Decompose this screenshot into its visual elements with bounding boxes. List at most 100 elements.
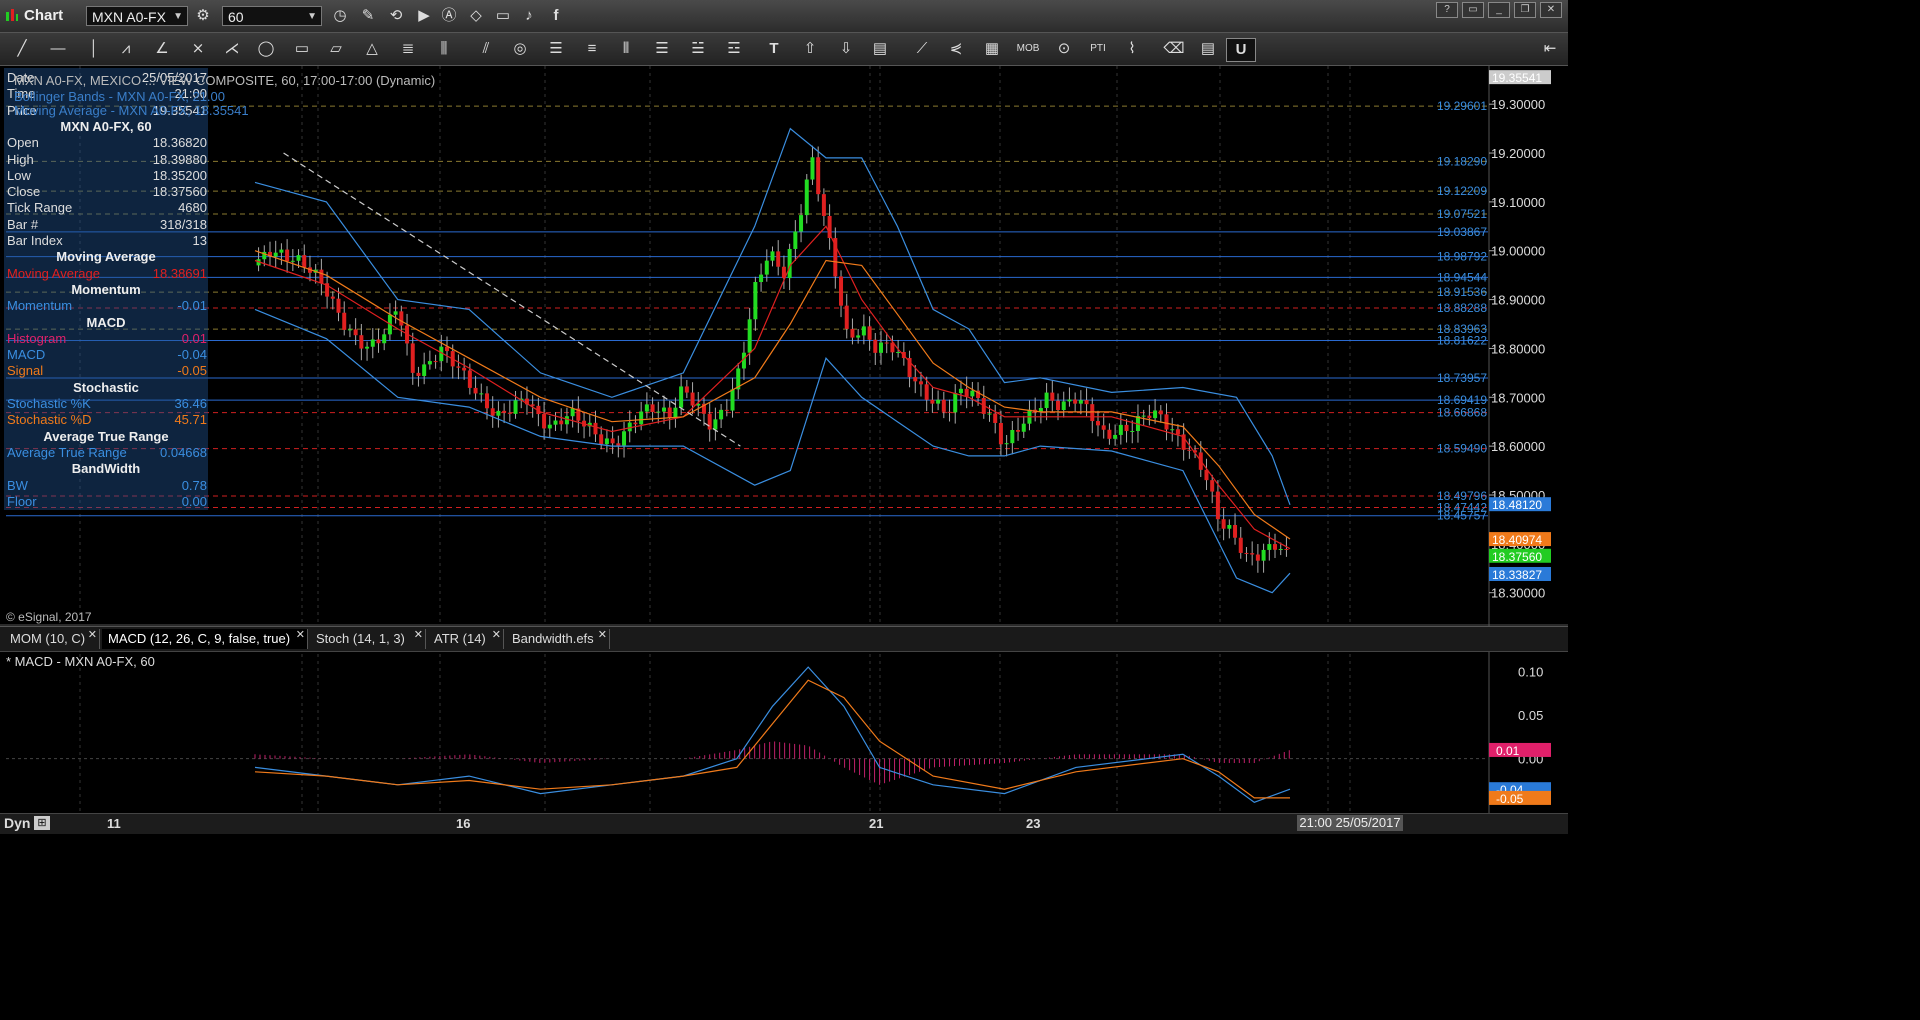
data-window-key: High [7,151,34,167]
arrow-up-icon[interactable]: ⇧ [796,38,824,60]
channel-icon[interactable]: ≣ [394,38,422,60]
close-tab-icon[interactable]: ✕ [296,625,305,645]
toolbar-menu-icon[interactable]: ⇤ [1536,38,1564,60]
candle-body [793,231,798,249]
minimize-icon[interactable]: _ [1488,2,1510,18]
fibonacci-icon[interactable]: ☰ [542,38,570,60]
chevron-down-icon[interactable]: ▼ [307,7,317,27]
vertical-line-icon[interactable]: │ [80,38,108,60]
dynamic-label[interactable]: Dyn [4,815,30,831]
candle-body [427,361,432,365]
link-icon[interactable]: ⟲ [385,5,407,27]
gear-icon[interactable]: ⚙ [192,5,214,27]
data-window-value: 318/318 [160,216,207,232]
eraser-tool-icon[interactable]: ⌫ [1160,38,1188,60]
comment-icon[interactable]: ▭ [492,5,514,27]
triangle-icon[interactable]: △ [358,38,386,60]
pitchfork-icon[interactable]: ⋞ [942,38,970,60]
candle-body [296,255,301,261]
rectangle-icon[interactable]: ▭ [288,38,316,60]
level-label: 18.45757 [1437,509,1487,523]
parallel-lines-icon[interactable]: ⫽ [472,38,500,60]
play-icon[interactable]: ▶ [413,5,435,27]
close-tab-icon[interactable]: ✕ [598,625,607,645]
line-tool-icon[interactable]: ╱ [8,38,36,60]
cross-line-icon[interactable]: ⨯ [184,38,212,60]
trendline [283,152,741,447]
pti-icon[interactable]: PTI [1084,38,1112,60]
candle-body [861,326,866,336]
chart-logo-icon [6,9,18,21]
close-tab-icon[interactable]: ✕ [492,625,501,645]
macd-tick-label: 0.10 [1518,664,1543,679]
fib-extension-icon[interactable]: ≡ [578,38,606,60]
gann-icon[interactable]: ☰ [648,38,676,60]
level-label: 19.18290 [1437,154,1487,168]
data-window-value: -0.01 [177,298,207,314]
twitter-icon[interactable]: ♪ [518,5,540,27]
eraser-icon[interactable]: ◇ [465,5,487,27]
speed-lines-icon[interactable]: ☱ [684,38,712,60]
cycle-tool-icon[interactable]: ⊙ [1050,38,1078,60]
candle-body [873,339,878,353]
chevron-down-icon[interactable]: ▼ [173,7,183,27]
data-window-header: Moving Average [56,249,156,265]
andrews-icon[interactable]: ☲ [720,38,748,60]
study-tab[interactable]: MOM (10, C) ✕ [4,629,100,649]
chart-area[interactable]: 18.3000018.4000018.5000018.6000018.70000… [0,66,1568,813]
level-label: 18.66868 [1437,406,1487,420]
candle-body [662,407,667,412]
alert-icon[interactable]: Ⓐ [438,5,460,27]
candle-body [867,326,872,340]
data-window: Date 25/05/2017 Time 21:00 Price 19.35541 MXN … [4,68,208,510]
copyright: © eSignal, 2017 [6,610,92,624]
help-icon[interactable]: ? [1436,2,1458,18]
study-tab[interactable]: Bandwidth.efs ✕ [506,629,610,649]
candle-body [382,334,387,344]
pencil-icon[interactable]: ✎ [357,5,379,27]
data-window-key: Signal [7,363,44,379]
horizontal-line-icon[interactable]: ― [44,38,72,60]
restore-icon[interactable]: ❐ [1514,2,1536,18]
candle-body [941,399,946,412]
grid-icon[interactable]: ▦ [978,38,1006,60]
price-level-icon[interactable]: ▤ [866,38,894,60]
facebook-icon[interactable]: f [545,5,567,27]
candle-body [433,361,438,363]
text-tool-icon[interactable]: T [760,38,788,60]
comment-tool-icon[interactable]: ▤ [1194,38,1222,60]
close-icon[interactable]: ✕ [1540,2,1562,18]
scroll-lock-icon[interactable]: ⊞ [34,816,50,830]
study-tab[interactable]: Stoch (14, 1, 3) ✕ [310,629,426,649]
close-tab-icon[interactable]: ✕ [88,625,97,645]
clock-icon[interactable]: ◷ [329,5,351,27]
mob-icon[interactable]: MOB [1014,38,1042,60]
cycle-icon[interactable]: ⫼ [430,38,458,60]
arrow-down-icon[interactable]: ⇩ [832,38,860,60]
angle-icon[interactable]: ∠ [148,38,176,60]
parallelogram-icon[interactable]: ▱ [322,38,350,60]
regression-icon[interactable]: ⟋ [908,38,936,60]
zigzag-icon[interactable]: ⩘ [112,38,140,60]
data-window-key: Bar # [7,216,39,232]
target-icon[interactable]: ◎ [506,38,534,60]
close-tab-icon[interactable]: ✕ [414,625,423,645]
fib-time-icon[interactable]: ⦀ [612,38,640,60]
candle-body [330,296,335,299]
interval-input[interactable]: 60 ▼ [222,6,322,26]
symbol-input[interactable]: MXN A0-FX ▼ [86,6,188,26]
link-window-icon[interactable]: ▭ [1462,2,1484,18]
y-tick-label: 19.00000 [1491,244,1545,259]
candle-body [1233,525,1238,538]
candle-body [370,339,375,347]
candle-body [936,399,941,404]
macd-legend: * MACD - MXN A0-FX, 60 [6,654,155,669]
ellipse-icon[interactable]: ◯ [252,38,280,60]
candle-body [479,393,484,395]
magnet-icon[interactable]: U [1226,38,1256,62]
study-tab[interactable]: MACD (12, 26, C, 9, false, true) ✕ [102,629,308,649]
fan-icon[interactable]: ⋌ [218,38,246,60]
study-tab[interactable]: ATR (14) ✕ [428,629,504,649]
wave-icon[interactable]: ⌇ [1118,38,1146,60]
data-window-value: 18.35200 [152,167,207,183]
